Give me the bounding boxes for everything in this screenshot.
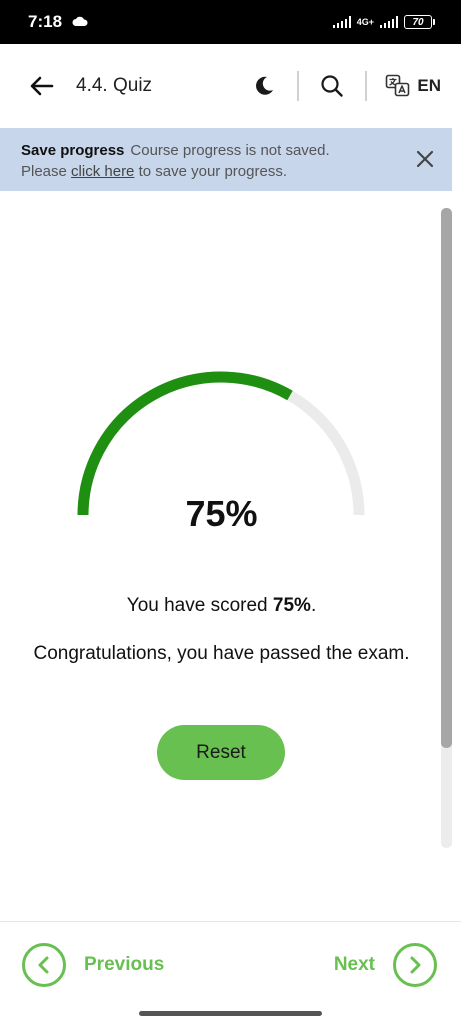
status-bar: 7:18 4G+ 70 [0,0,461,44]
app-header: 4.4. Quiz EN [0,44,461,128]
save-progress-link[interactable]: click here [71,163,134,180]
header-actions: EN [249,71,441,101]
header-divider-2 [365,71,368,101]
chevron-right-icon [393,943,437,987]
arrow-left-icon [30,76,54,96]
score-prefix: You have scored [126,595,268,616]
score-summary: You have scored 75%. [0,595,443,617]
save-progress-banner: Save progress Course progress is not save… [0,128,452,191]
status-right: 4G+ 70 [332,15,435,29]
home-indicator[interactable] [139,1011,322,1016]
search-icon [321,75,344,97]
score-value: 75% [272,595,311,616]
status-time: 7:18 [28,12,63,31]
banner-line-1: Save progress Course progress is not save… [21,140,402,161]
translate-icon [386,74,410,97]
previous-button[interactable]: Previous [22,943,164,987]
score-suffix: . [310,595,317,616]
battery-icon: 70 [404,15,435,29]
banner-prompt-after: to save your progress. [138,163,287,180]
reset-button[interactable]: Reset [157,725,285,780]
pass-message: Congratulations, you have passed the exa… [33,643,410,664]
signal-icon [332,16,351,28]
banner-heading: Save progress [21,142,125,159]
quiz-result-content: 75% You have scored 75%. Congratulations… [0,191,461,921]
network-type: 4G+ [356,16,374,27]
scrollbar-thumb[interactable] [441,208,452,748]
battery-level: 70 [404,15,432,29]
language-label: EN [417,76,441,95]
previous-label: Previous [84,954,165,975]
signal-icon-2 [380,16,398,28]
banner-line-2: Please click here to save your progress. [21,161,402,182]
footer-nav: Previous Next [0,921,461,1024]
close-banner-button[interactable] [414,148,436,170]
page-title: 4.4. Quiz [76,75,153,96]
search-button[interactable] [317,71,347,101]
dark-mode-button[interactable] [249,71,279,101]
chevron-left-icon [22,943,66,987]
next-label: Next [333,954,375,975]
back-button[interactable] [28,72,56,100]
language-selector[interactable]: EN [385,74,441,98]
close-icon [416,150,434,168]
banner-prompt-before: Please [21,163,67,180]
status-left: 7:18 [28,12,88,32]
header-divider [297,71,300,101]
cloud-icon [72,12,88,32]
score-percentage: 75% [185,493,258,534]
banner-message: Course progress is not saved. [130,142,330,159]
moon-icon [256,76,274,95]
next-button[interactable]: Next [334,943,437,987]
